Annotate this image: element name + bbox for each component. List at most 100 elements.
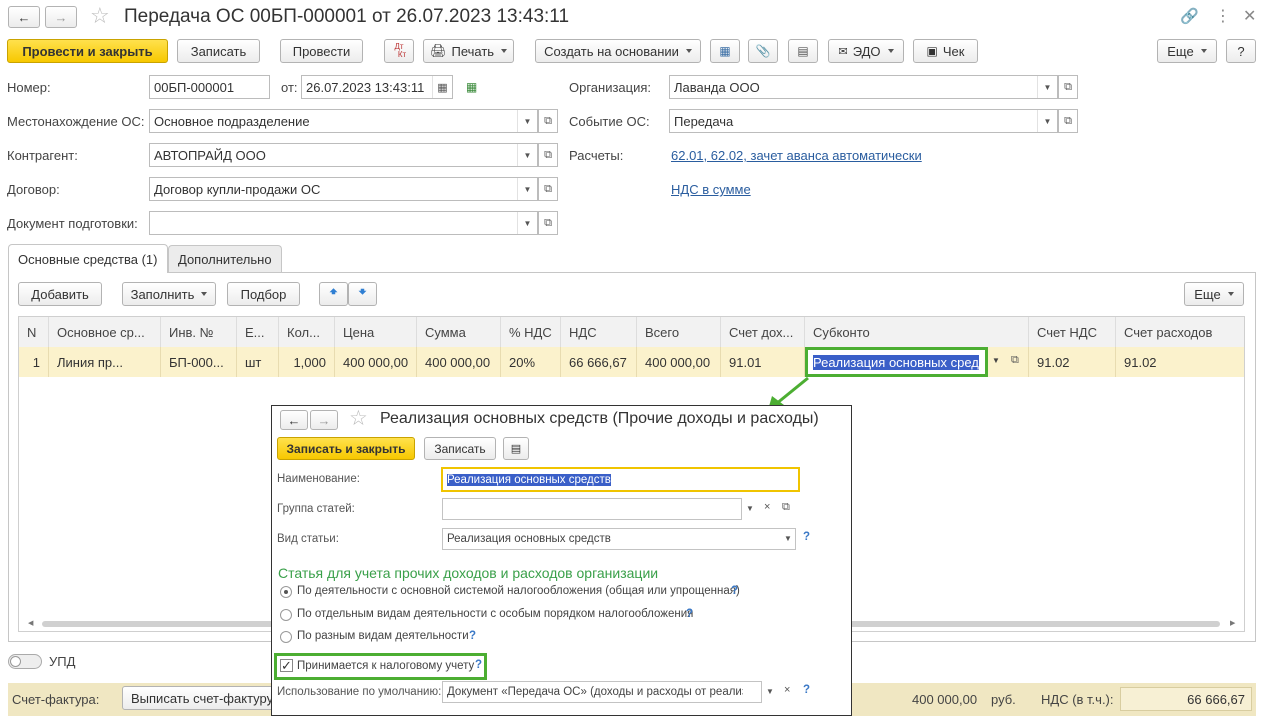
table-more-button[interactable]: Еще xyxy=(1184,282,1244,306)
help-icon[interactable]: ? xyxy=(686,608,693,620)
col-header-vat-rate[interactable]: % НДС xyxy=(501,317,561,347)
link-icon[interactable]: 🔗 xyxy=(1180,7,1199,25)
popup-save-button[interactable]: Записать xyxy=(424,437,496,460)
create-based-button[interactable]: Создать на основании xyxy=(535,39,701,63)
help-icon[interactable]: ? xyxy=(475,659,482,671)
move-up-button[interactable]: 🠹 xyxy=(319,282,348,306)
help-button[interactable]: ? xyxy=(1226,39,1256,63)
print-button[interactable]: 🖨 Печать xyxy=(423,39,514,63)
tab-fixed-assets[interactable]: Основные средства (1) xyxy=(8,244,168,273)
date-field[interactable]: 26.07.2023 13:43:11 ▦ xyxy=(301,75,453,99)
popup-default-field[interactable]: Документ «Передача ОС» (доходы и расходы… xyxy=(442,681,762,703)
tax-accounting-checkbox[interactable]: ✓ xyxy=(280,659,293,672)
calendar-icon[interactable]: ▦ xyxy=(432,76,452,98)
prep-doc-field[interactable]: ▼ xyxy=(149,211,538,235)
chevron-down-icon[interactable]: ▼ xyxy=(746,504,754,513)
radio-special-tax[interactable] xyxy=(280,609,292,621)
popup-report-button[interactable]: ▤ xyxy=(503,437,529,460)
clear-icon[interactable]: × xyxy=(784,684,790,696)
star-icon[interactable]: ☆ xyxy=(90,3,110,29)
col-header-asset[interactable]: Основное ср... xyxy=(49,317,161,347)
cell-subconto[interactable]: Реализация основных сред ▼ ⧉ xyxy=(805,347,1029,377)
more-button[interactable]: Еще xyxy=(1157,39,1217,63)
popup-back-button[interactable]: ← xyxy=(280,410,308,430)
col-header-total[interactable]: Всего xyxy=(637,317,721,347)
calc-link[interactable]: 62.01, 62.02, зачет аванса автоматически xyxy=(671,148,922,163)
scroll-left-icon[interactable]: ◀ xyxy=(28,619,33,627)
event-field[interactable]: Передача ▼ xyxy=(669,109,1058,133)
post-and-close-button[interactable]: Провести и закрыть xyxy=(7,39,168,63)
tab-additional[interactable]: Дополнительно xyxy=(168,245,282,273)
chevron-down-icon[interactable]: ▼ xyxy=(766,687,774,696)
scroll-right-icon[interactable]: ▶ xyxy=(1230,619,1235,627)
help-icon[interactable]: ? xyxy=(803,684,810,696)
popup-group-field[interactable] xyxy=(442,498,742,520)
report-button[interactable]: ▤ xyxy=(788,39,818,63)
col-header-vat[interactable]: НДС xyxy=(561,317,637,347)
col-header-income-acc[interactable]: Счет дох... xyxy=(721,317,805,347)
col-header-n[interactable]: N xyxy=(19,317,49,347)
open-icon[interactable]: ⧉ xyxy=(782,501,790,514)
edo-button[interactable]: ✉ ЭДО xyxy=(828,39,904,63)
chevron-down-icon[interactable]: ▼ xyxy=(992,356,1000,365)
receipt-button[interactable]: ▣ Чек xyxy=(913,39,978,63)
radio-main-tax[interactable] xyxy=(280,586,292,598)
open-prep-doc-button[interactable]: ⧉ xyxy=(538,211,558,235)
open-location-button[interactable]: ⧉ xyxy=(538,109,558,133)
open-icon[interactable]: ⧉ xyxy=(1011,354,1019,367)
issue-invoice-button[interactable]: Выписать счет-фактуру xyxy=(122,686,277,710)
attach-button[interactable]: 📎 xyxy=(748,39,778,63)
open-event-button[interactable]: ⧉ xyxy=(1058,109,1078,133)
structure-button[interactable]: ▦ xyxy=(710,39,740,63)
vat-link[interactable]: НДС в сумме xyxy=(671,182,751,197)
popup-name-field[interactable]: Реализация основных средств xyxy=(441,467,800,492)
organization-field[interactable]: Лаванда ООО ▼ xyxy=(669,75,1058,99)
open-icon: ⧉ xyxy=(544,216,552,229)
upd-toggle[interactable] xyxy=(8,654,42,669)
col-header-inv[interactable]: Инв. № xyxy=(161,317,237,347)
save-button[interactable]: Записать xyxy=(177,39,260,63)
open-contract-button[interactable]: ⧉ xyxy=(538,177,558,201)
select-button[interactable]: Подбор xyxy=(227,282,300,306)
col-header-qty[interactable]: Кол... xyxy=(279,317,335,347)
col-header-price[interactable]: Цена xyxy=(335,317,417,347)
dt-kt-button[interactable]: Дт Кт xyxy=(384,39,414,63)
fill-button[interactable]: Заполнить xyxy=(122,282,216,306)
move-down-button[interactable]: 🠻 xyxy=(348,282,377,306)
chevron-down-icon[interactable]: ▼ xyxy=(1037,76,1057,98)
open-contractor-button[interactable]: ⧉ xyxy=(538,143,558,167)
chevron-down-icon[interactable]: ▼ xyxy=(784,534,792,543)
help-icon[interactable]: ? xyxy=(469,630,476,642)
chevron-down-icon[interactable]: ▼ xyxy=(1037,110,1057,132)
col-header-sum[interactable]: Сумма xyxy=(417,317,501,347)
star-icon[interactable]: ☆ xyxy=(349,406,368,431)
col-header-subconto[interactable]: Субконто xyxy=(805,317,1029,347)
forward-button[interactable]: → xyxy=(45,6,77,28)
chevron-down-icon[interactable]: ▼ xyxy=(517,144,537,166)
col-header-vat-acc[interactable]: Счет НДС xyxy=(1029,317,1116,347)
number-field[interactable]: 00БП-000001 xyxy=(149,75,270,99)
help-icon[interactable]: ? xyxy=(803,531,810,543)
radio-various[interactable] xyxy=(280,631,292,643)
col-header-expense-acc[interactable]: Счет расходов xyxy=(1116,317,1244,347)
open-organization-button[interactable]: ⧉ xyxy=(1058,75,1078,99)
contractor-field[interactable]: АВТОПРАЙД ООО ▼ xyxy=(149,143,538,167)
location-field[interactable]: Основное подразделение ▼ xyxy=(149,109,538,133)
menu-dots-icon[interactable]: ⋮ xyxy=(1215,6,1231,26)
chevron-down-icon[interactable]: ▼ xyxy=(517,110,537,132)
clear-icon[interactable]: × xyxy=(764,501,770,513)
subconto-editor[interactable]: Реализация основных сред xyxy=(805,347,988,377)
add-row-button[interactable]: Добавить xyxy=(18,282,102,306)
close-icon[interactable]: ✕ xyxy=(1243,6,1256,26)
popup-kind-field[interactable]: Реализация основных средств xyxy=(442,528,796,550)
popup-save-close-button[interactable]: Записать и закрыть xyxy=(277,437,415,460)
cell-inv: БП-000... xyxy=(161,347,237,377)
chevron-down-icon[interactable]: ▼ xyxy=(517,212,537,234)
chevron-down-icon[interactable]: ▼ xyxy=(517,178,537,200)
popup-forward-button[interactable]: → xyxy=(310,410,338,430)
col-header-unit[interactable]: Е... xyxy=(237,317,279,347)
contract-field[interactable]: Договор купли-продажи ОС ▼ xyxy=(149,177,538,201)
post-button[interactable]: Провести xyxy=(280,39,363,63)
help-icon[interactable]: ? xyxy=(731,585,738,597)
back-button[interactable]: ← xyxy=(8,6,40,28)
